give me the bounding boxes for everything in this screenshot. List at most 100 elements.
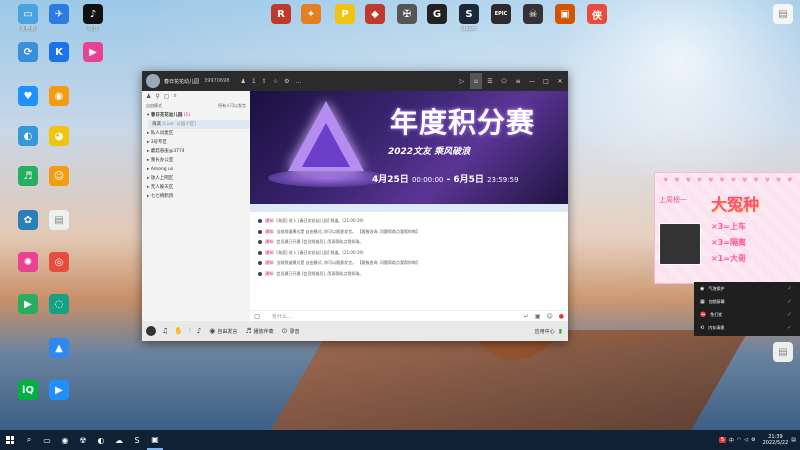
tray-menu-item[interactable]: ◉ 气泡保护 ✓ bbox=[694, 282, 800, 295]
promo-hearts: ♥ ♥ ♥ ♥ ♥ ♥ ♥ ♥ ♥ ♥ ♥ ♥ bbox=[663, 177, 795, 184]
menu-item-icon: ▦ bbox=[700, 298, 705, 305]
search-icon[interactable]: ⌕ bbox=[173, 92, 176, 100]
window-titlebar[interactable]: 春日花花幼儿园 39970698 ♟ 1 ⇪ ☆ ⚙ … ▷ ⌂ ☰ ⎔ ≡ —… bbox=[142, 71, 568, 91]
desktop-icon[interactable]: ▤ bbox=[760, 4, 800, 26]
channel-name: ▸ 3号专区 bbox=[147, 140, 168, 145]
taskbar-app[interactable]: ▣ bbox=[147, 430, 163, 450]
channel-item[interactable]: ▸ 放人上网区 bbox=[142, 174, 250, 183]
taskbar-app[interactable]: ◐ bbox=[93, 430, 109, 450]
desktop-icon[interactable]: ◎ bbox=[36, 252, 82, 274]
volume-icon[interactable]: ♪ bbox=[197, 327, 201, 335]
chat-input[interactable]: 有什么... bbox=[272, 313, 292, 320]
desktop-icon-label: 此电脑 bbox=[20, 26, 36, 32]
free-speech-button[interactable]: ◉ 自由发言 bbox=[209, 327, 237, 335]
app-icon: ◌ bbox=[49, 294, 69, 314]
channel-name: ▸ 七七搏鹤鸽 bbox=[147, 194, 174, 199]
star-icon[interactable]: ☆ bbox=[273, 78, 278, 85]
app-center-button[interactable]: 应用中心 bbox=[535, 328, 555, 335]
desktop-icon[interactable]: ♪ 抖音 bbox=[70, 4, 116, 32]
channel-item[interactable]: ▸ 蘑菇悬崖@3774 bbox=[142, 147, 250, 156]
desktop-icon[interactable]: ◉ bbox=[36, 86, 82, 108]
app-icon: ▶ bbox=[83, 42, 103, 62]
list-icon[interactable]: ☰ bbox=[484, 73, 496, 89]
hand-icon[interactable]: ✋ bbox=[174, 327, 183, 335]
app-icon: ✿ bbox=[18, 210, 38, 230]
event-banner[interactable]: 年度积分赛 2022文友 乘风破浪 4月25日 00:00:00 - 6月5日 … bbox=[250, 91, 568, 204]
taskbar-app[interactable]: ◉ bbox=[57, 430, 73, 450]
taskbar: ⌕ ▭ ◉ ☢ ◐ ☁ S ▣ S 中 ◠ ◁ ⚙ 21:39 2022/5/22 ▤ bbox=[0, 430, 800, 450]
message-tag: 通知: bbox=[265, 270, 275, 276]
taskbar-app[interactable]: ⌕ bbox=[21, 430, 37, 450]
desktop-icon[interactable]: ▤ bbox=[760, 342, 800, 364]
taskbar-app[interactable]: ▭ bbox=[39, 430, 55, 450]
app-logo-icon bbox=[146, 74, 160, 88]
tray-menu-item[interactable]: ⛔ 免打扰 ✓ bbox=[694, 308, 800, 321]
settings-icon[interactable]: ⚙ bbox=[284, 78, 289, 85]
wifi-icon[interactable]: ◠ bbox=[737, 437, 741, 443]
location-icon[interactable]: ⚲ bbox=[155, 93, 159, 100]
room-name: 春日花花幼儿园 bbox=[164, 78, 200, 85]
enter-icon[interactable]: ↵ bbox=[524, 313, 529, 320]
taskbar-app[interactable]: ☁ bbox=[111, 430, 127, 450]
people-icon[interactable]: ♟ bbox=[146, 93, 151, 100]
notification-icon[interactable]: ▤ bbox=[791, 437, 796, 443]
image-icon[interactable]: ▣ bbox=[535, 313, 541, 320]
clock[interactable]: 21:39 2022/5/22 bbox=[763, 434, 789, 446]
speaker-icon[interactable]: ◁ bbox=[744, 437, 748, 443]
taskbar-app[interactable]: ☢ bbox=[75, 430, 91, 450]
gamepad-icon[interactable]: ⎔ bbox=[254, 313, 260, 321]
game-icon[interactable]: ⎔ bbox=[498, 73, 510, 89]
message-text: [海滨] 进入 [春日花花幼儿园] 频道。(21:00:19) bbox=[276, 249, 364, 255]
mic-icon[interactable]: ● bbox=[559, 313, 564, 320]
share-icon[interactable]: ⇪ bbox=[262, 78, 267, 85]
app-icon: S bbox=[459, 4, 479, 24]
channel-item[interactable]: ▾ 春日花花幼儿园 (1) bbox=[142, 111, 250, 120]
menu-icon[interactable]: ≡ bbox=[512, 73, 524, 89]
mic-toggle-icon[interactable]: ♫ bbox=[162, 327, 168, 335]
message-tag: 通知: bbox=[265, 218, 275, 224]
emoji-icon[interactable]: ☺ bbox=[546, 313, 552, 320]
check-icon: ✓ bbox=[786, 324, 792, 331]
desktop-icon[interactable]: ▲ bbox=[36, 338, 82, 360]
promo-overlay: ♥ ♥ ♥ ♥ ♥ ♥ ♥ ♥ ♥ ♥ ♥ ♥ 上周榜一 大冤种 ×3=上车 ×… bbox=[654, 172, 800, 284]
desktop-icon[interactable]: ▤ bbox=[36, 210, 82, 232]
user-count: 1 bbox=[251, 77, 256, 85]
desktop-icon[interactable]: ☺ bbox=[36, 166, 82, 188]
taskbar-app[interactable]: S bbox=[129, 430, 145, 450]
play-music-button[interactable]: ♬ 播放伴奏 bbox=[245, 327, 273, 335]
tray-menu-item[interactable]: ⟲ 内存清理 ✓ bbox=[694, 321, 800, 334]
chat-message: 通知: 当前频道模式是 自由模式, 你可以随意发言。 【客服咨询, 问题帮助点我帮… bbox=[250, 227, 568, 238]
tray-menu-item[interactable]: ▦ 加锁屏幕 ✓ bbox=[694, 295, 800, 308]
app-icon: EPIC bbox=[491, 4, 511, 24]
video-icon[interactable]: ▷ bbox=[456, 73, 468, 89]
channel-item[interactable]: ▸ 七七搏鹤鸽 bbox=[142, 192, 250, 201]
minimize-button[interactable]: — bbox=[526, 73, 538, 89]
wallpaper-glow bbox=[560, 0, 800, 200]
desktop-icon[interactable]: ▶ bbox=[36, 380, 82, 402]
channel-item[interactable]: ▸ Among us bbox=[142, 165, 250, 174]
more-icon[interactable]: … bbox=[296, 78, 302, 85]
free-speech-label: 自由发言 bbox=[217, 328, 238, 335]
channel-item[interactable]: ▸ 私人试麦区 bbox=[142, 129, 250, 138]
desktop-icon[interactable]: ◌ bbox=[36, 294, 82, 316]
desktop-icon[interactable]: 侠 bbox=[574, 4, 620, 26]
ime-indicator[interactable]: 中 bbox=[729, 437, 734, 444]
channel-item[interactable]: ▸ 我长办公室 bbox=[142, 156, 250, 165]
app-icon: ◐ bbox=[18, 126, 38, 146]
channel-user[interactable]: 海滨 [Live: 公园小区] bbox=[148, 120, 250, 129]
gear-icon[interactable]: ⚙ bbox=[751, 437, 755, 443]
desktop-icon[interactable]: ◕ bbox=[36, 126, 82, 148]
start-button[interactable] bbox=[0, 430, 20, 450]
notice-icon bbox=[258, 271, 262, 276]
channel-item[interactable]: ▸ 3号专区 bbox=[142, 138, 250, 147]
avatar[interactable] bbox=[146, 326, 156, 336]
tray-app-icon[interactable]: S bbox=[718, 437, 726, 443]
mixer-icon[interactable]: ⫶ bbox=[189, 327, 191, 336]
chat-icon[interactable]: ▢ bbox=[164, 93, 170, 100]
close-button[interactable]: ✕ bbox=[554, 73, 566, 89]
maximize-button[interactable]: □ bbox=[540, 73, 552, 89]
record-button[interactable]: ⊙ 录音 bbox=[282, 327, 300, 335]
channel-item[interactable]: ▸ 无人躲天区 bbox=[142, 183, 250, 192]
desktop-icon[interactable]: ▶ bbox=[70, 42, 116, 64]
home-icon[interactable]: ⌂ bbox=[470, 73, 482, 89]
